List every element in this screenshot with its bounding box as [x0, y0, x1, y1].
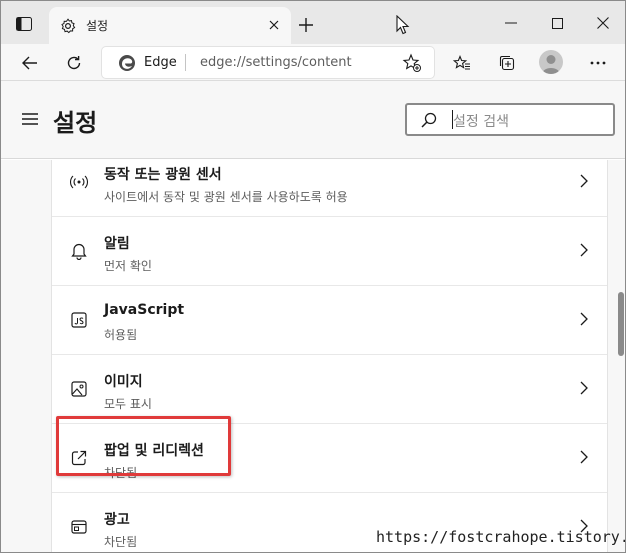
search-icon — [421, 112, 437, 128]
maximize-icon — [551, 17, 563, 29]
add-favorite-icon[interactable] — [402, 53, 422, 73]
edge-logo-icon — [119, 55, 135, 71]
item-title: 이미지 — [104, 374, 143, 390]
more-icon — [590, 61, 606, 65]
image-icon — [70, 380, 88, 398]
bell-icon — [70, 242, 88, 260]
minimize-button[interactable] — [497, 10, 525, 36]
javascript-icon — [70, 311, 88, 329]
settings-search-input[interactable]: 설정 검색 — [405, 103, 615, 136]
hamburger-menu-icon[interactable] — [21, 111, 39, 127]
chevron-right-icon — [580, 450, 588, 464]
scrollbar-thumb[interactable] — [618, 292, 624, 356]
scrollbar[interactable] — [613, 160, 625, 552]
profile-avatar[interactable] — [539, 50, 563, 74]
item-title: 광고 — [104, 512, 130, 528]
list-item-javascript[interactable]: JavaScript 허용됨 — [52, 286, 607, 355]
favorites-icon — [453, 55, 470, 70]
tab-actions-button[interactable] — [9, 10, 39, 38]
settings-header: 설정 설정 검색 — [1, 81, 625, 159]
item-title: JavaScript — [104, 302, 185, 318]
refresh-button[interactable] — [59, 48, 89, 78]
settings-content: 동작 또는 광원 센서 사이트에서 동작 및 광원 센서를 사용하도록 허용 알… — [1, 160, 625, 552]
tab-bar: 설정 — [1, 1, 625, 44]
collections-button[interactable] — [492, 48, 522, 78]
chevron-right-icon — [580, 312, 588, 326]
search-placeholder: 설정 검색 — [453, 114, 509, 130]
user-icon — [542, 55, 560, 74]
collections-icon — [499, 55, 515, 71]
item-subtitle: 사이트에서 동작 및 광원 센서를 사용하도록 허용 — [104, 190, 348, 204]
browser-toolbar: Edge edge://settings/content — [1, 44, 625, 81]
address-site-label: Edge — [144, 55, 177, 70]
list-item-motion-sensors[interactable]: 동작 또는 광원 센서 사이트에서 동작 및 광원 센서를 사용하도록 허용 — [52, 160, 607, 217]
minimize-icon — [505, 22, 517, 24]
back-arrow-icon — [22, 56, 37, 70]
refresh-icon — [67, 56, 81, 70]
item-subtitle: 먼저 확인 — [104, 259, 152, 273]
address-bar[interactable]: Edge edge://settings/content — [102, 47, 434, 78]
gear-icon — [59, 17, 77, 35]
item-subtitle: 차단됨 — [104, 535, 138, 549]
chevron-right-icon — [580, 243, 588, 257]
chevron-right-icon — [580, 174, 588, 188]
more-menu-button[interactable] — [583, 48, 613, 78]
tab-actions-icon — [16, 17, 32, 31]
item-title: 동작 또는 광원 센서 — [104, 167, 222, 183]
close-tab-icon[interactable] — [267, 18, 281, 32]
tab-settings[interactable]: 설정 — [49, 7, 291, 44]
back-button[interactable] — [15, 48, 45, 78]
chevron-right-icon — [580, 381, 588, 395]
watermark-text: https://fostcrahope.tistory.com — [376, 528, 625, 546]
item-subtitle: 허용됨 — [104, 328, 138, 342]
item-title: 알림 — [104, 236, 130, 252]
page-title: 설정 — [53, 109, 98, 137]
item-subtitle: 모두 표시 — [104, 397, 152, 411]
plus-icon — [299, 18, 313, 32]
favorites-button[interactable] — [447, 48, 477, 78]
maximize-button[interactable] — [543, 10, 571, 36]
close-icon — [597, 17, 609, 29]
list-item-notifications[interactable]: 알림 먼저 확인 — [52, 217, 607, 286]
ads-icon — [70, 518, 88, 536]
motion-sensor-icon — [70, 173, 88, 191]
browser-window: 설정 Edge edge://settings/content 설정 설정 검색… — [0, 0, 626, 553]
address-url[interactable]: edge://settings/content — [200, 55, 352, 70]
new-tab-button[interactable] — [293, 12, 319, 38]
tab-title: 설정 — [86, 19, 109, 33]
address-divider — [185, 54, 186, 71]
list-item-images[interactable]: 이미지 모두 표시 — [52, 355, 607, 424]
close-window-button[interactable] — [589, 10, 617, 36]
mouse-cursor-icon — [396, 14, 410, 39]
site-permissions-list: 동작 또는 광원 센서 사이트에서 동작 및 광원 센서를 사용하도록 허용 알… — [51, 160, 608, 552]
highlight-annotation-box — [56, 416, 231, 476]
